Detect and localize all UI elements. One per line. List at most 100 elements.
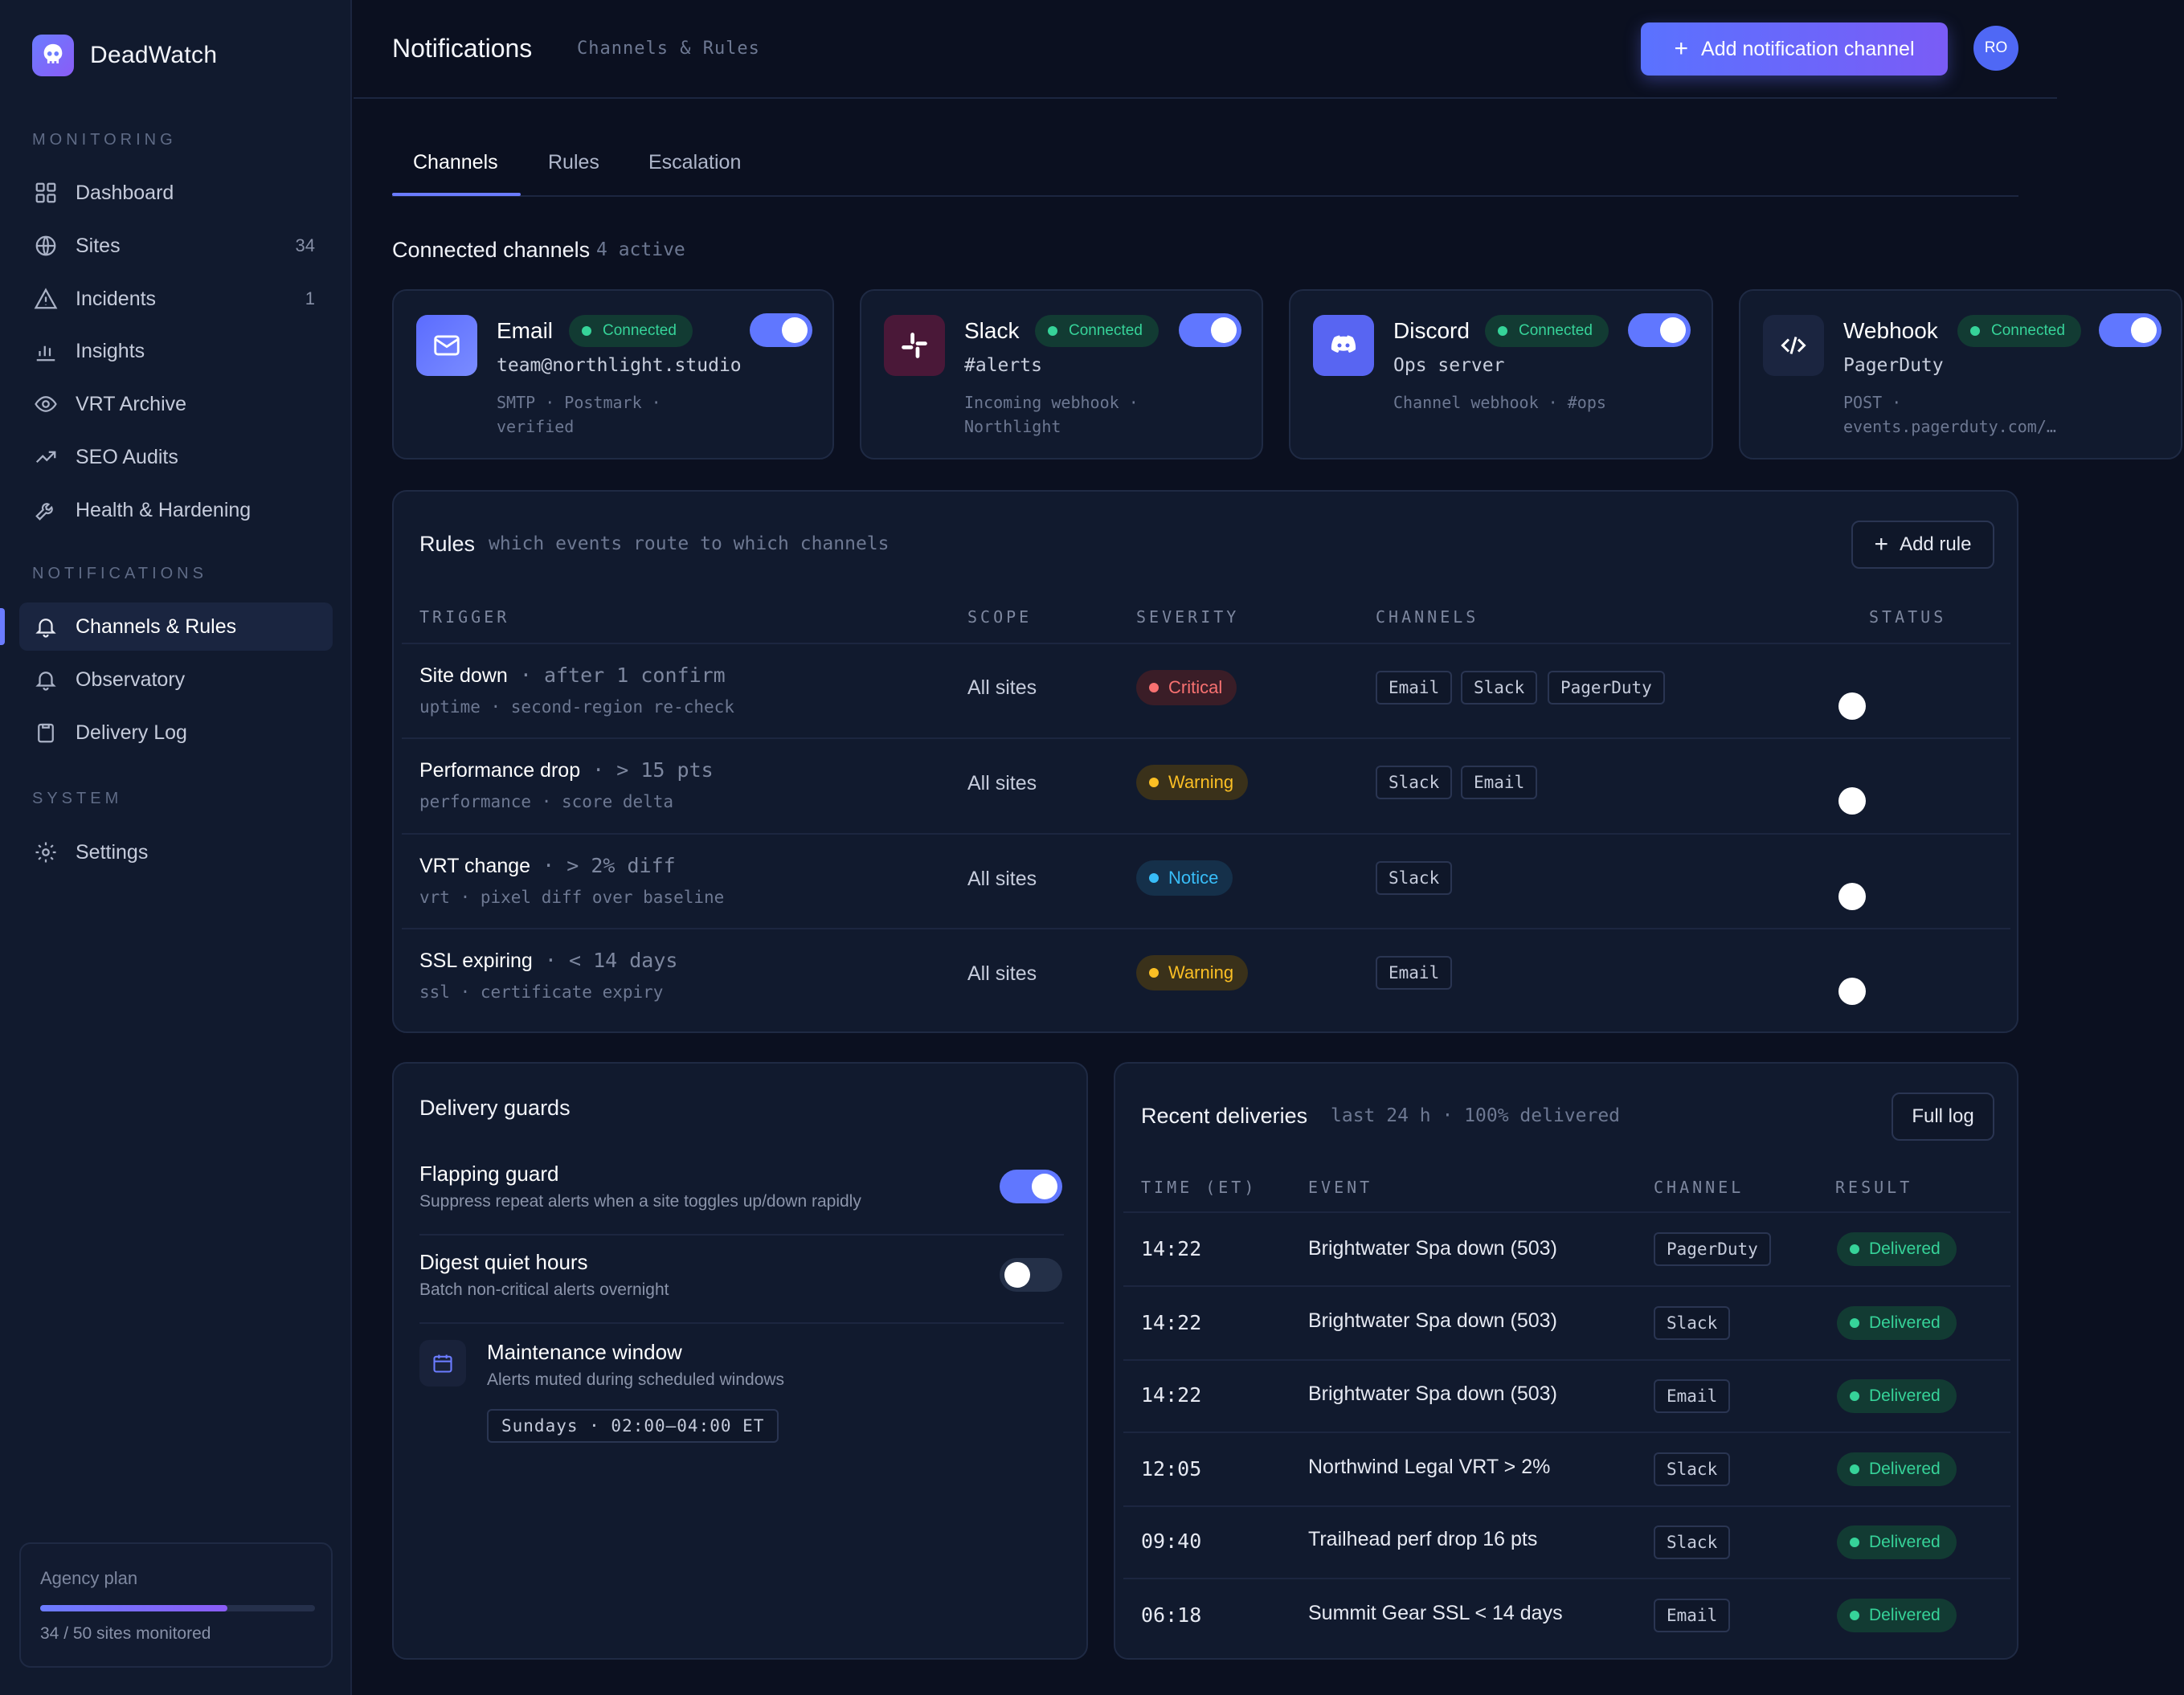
maintenance-window-chip[interactable]: Sundays · 02:00–04:00 ET	[487, 1409, 779, 1443]
rule-scope: All sites	[967, 676, 1037, 699]
slack-channel-toggle[interactable]	[1179, 313, 1241, 347]
column-header-result: RESULT	[1835, 1178, 1913, 1197]
delivery-event: Trailhead perf drop 16 pts	[1308, 1528, 1538, 1550]
sidebar-item-label: Sites	[76, 234, 121, 257]
plus-icon: +	[1874, 531, 1889, 558]
bell-outline-icon	[35, 672, 56, 691]
trend-icon	[35, 451, 56, 464]
severity-badge: Warning	[1136, 765, 1249, 800]
page-title: Notifications	[392, 34, 533, 63]
tabs-divider	[392, 195, 2018, 197]
delivery-guards-panel: Delivery guards Flapping guard Suppress …	[392, 1062, 1088, 1660]
rule-scope: All sites	[967, 962, 1037, 985]
sidebar-item-label: Dashboard	[76, 181, 174, 204]
clipboard-icon	[38, 723, 54, 743]
channel-detail: Ops server	[1393, 355, 1505, 376]
sidebar-item-channels-rules[interactable]: Channels & Rules	[19, 602, 333, 651]
sites-count: 34	[295, 235, 315, 255]
plan-usage: 34 / 50 sites monitored	[40, 1624, 211, 1643]
channel-meta: Incoming webhook · Northlight	[964, 393, 1139, 436]
status-badge: Connected	[569, 315, 693, 347]
delivery-time: 06:18	[1141, 1603, 1202, 1627]
rule-status-toggle[interactable]	[1838, 692, 1866, 720]
tab-escalation[interactable]: Escalation	[648, 151, 741, 174]
channel-meta: Channel webhook · #ops	[1393, 393, 1606, 412]
rule-status-toggle[interactable]	[1838, 978, 1866, 1005]
severity-badge: Critical	[1136, 670, 1237, 705]
sidebar-item-settings[interactable]: Settings	[19, 828, 333, 876]
delivery-event: Brightwater Spa down (503)	[1308, 1383, 1557, 1405]
channel-chip: Email	[1376, 956, 1453, 990]
channel-chip: Slack	[1376, 766, 1453, 799]
add-rule-button[interactable]: + Add rule	[1851, 521, 1994, 569]
flapping-guard-toggle[interactable]	[1000, 1170, 1062, 1203]
severity-badge: Warning	[1136, 955, 1249, 990]
delivery-event: Summit Gear SSL < 14 days	[1308, 1602, 1563, 1624]
channel-card-slack[interactable]: Slack Connected #alerts Incoming webhook…	[860, 289, 1263, 459]
mail-icon	[416, 315, 477, 376]
discord-channel-toggle[interactable]	[1628, 313, 1691, 347]
sidebar-item-label: Delivery Log	[76, 721, 187, 744]
delivery-guards-title: Delivery guards	[419, 1096, 571, 1120]
avatar[interactable]: RO	[1973, 26, 2018, 71]
email-channel-toggle[interactable]	[750, 313, 812, 347]
rule-sub: uptime · second-region re-check	[419, 697, 734, 717]
wrench-icon	[35, 503, 53, 521]
sidebar-item-label: SEO Audits	[76, 445, 178, 468]
warning-icon	[34, 288, 58, 309]
connected-channels-meta: 4 active	[596, 239, 685, 260]
sidebar-item-insights[interactable]: Insights	[19, 327, 333, 375]
sidebar-item-label: Channels & Rules	[76, 615, 237, 638]
app-name: DeadWatch	[90, 42, 218, 68]
digest-quiet-hours-toggle[interactable]	[1000, 1258, 1062, 1292]
sidebar-item-delivery-log[interactable]: Delivery Log	[19, 709, 333, 757]
sidebar-item-label: Insights	[76, 339, 145, 362]
sidebar-item-sites[interactable]: Sites 34	[19, 222, 333, 270]
digest-quiet-hours-title: Digest quiet hours	[419, 1250, 588, 1274]
tab-rules[interactable]: Rules	[548, 151, 599, 174]
channel-detail: team@northlight.studio	[497, 355, 742, 376]
channel-meta: SMTP · Postmark · verified	[497, 393, 661, 436]
delivery-event: Brightwater Spa down (503)	[1308, 1309, 1557, 1332]
sidebar-item-dashboard[interactable]: Dashboard	[19, 169, 333, 217]
channel-chip: Slack	[1461, 671, 1538, 705]
column-header-severity: SEVERITY	[1136, 607, 1240, 627]
add-notification-channel-button[interactable]: + Add notification channel	[1641, 22, 1948, 76]
brand[interactable]: DeadWatch	[32, 35, 217, 76]
sidebar-item-seo-audits[interactable]: SEO Audits	[19, 433, 333, 481]
sidebar-item-incidents[interactable]: Incidents 1	[19, 275, 333, 323]
channel-name: Slack	[964, 318, 1020, 343]
webhook-channel-toggle[interactable]	[2099, 313, 2162, 347]
rule-sub: vrt · pixel diff over baseline	[419, 888, 725, 907]
channel-card-webhook[interactable]: Webhook Connected PagerDuty POST · events…	[1739, 289, 2182, 459]
sidebar-item-vrt-archive[interactable]: VRT Archive	[19, 380, 333, 428]
channel-card-email[interactable]: Email Connected team@northlight.studio S…	[392, 289, 834, 459]
rule-status-toggle[interactable]	[1838, 883, 1866, 910]
sidebar-item-label: Observatory	[76, 668, 186, 691]
rule-status-toggle[interactable]	[1838, 787, 1866, 815]
channel-chip: Slack	[1654, 1452, 1731, 1486]
channel-chip: Slack	[1376, 861, 1453, 895]
tab-channels[interactable]: Channels	[413, 151, 498, 174]
recent-deliveries-meta: last 24 h · 100% delivered	[1331, 1105, 1621, 1126]
page-subtitle: Channels & Rules	[577, 39, 760, 59]
delivery-time: 14:22	[1141, 1383, 1202, 1407]
channel-meta: POST · events.pagerduty.com/…	[1843, 393, 2056, 436]
rule-trigger: VRT change · > 2% diff	[419, 854, 676, 877]
channel-chip: Email	[1376, 671, 1453, 705]
result-badge: Delivered	[1837, 1306, 1957, 1340]
column-header-channel: CHANNEL	[1654, 1178, 1744, 1197]
sidebar-item-observatory[interactable]: Observatory	[19, 656, 333, 704]
full-log-button[interactable]: Full log	[1892, 1093, 1994, 1141]
channel-card-discord[interactable]: Discord Connected Ops server Channel web…	[1289, 289, 1713, 459]
digest-quiet-hours-sub: Batch non-critical alerts overnight	[419, 1280, 669, 1299]
delivery-event: Northwind Legal VRT > 2%	[1308, 1456, 1551, 1478]
column-header-time: TIME (ET)	[1141, 1178, 1258, 1197]
bar-chart-icon	[36, 345, 55, 361]
delivery-time: 12:05	[1141, 1457, 1202, 1481]
channel-chip: Email	[1654, 1379, 1731, 1413]
column-header-status: STATUS	[1869, 607, 1947, 627]
sidebar-item-health-hardening[interactable]: Health & Hardening	[19, 486, 333, 534]
channel-name: Webhook	[1843, 318, 1938, 343]
column-header-trigger: TRIGGER	[419, 607, 510, 627]
